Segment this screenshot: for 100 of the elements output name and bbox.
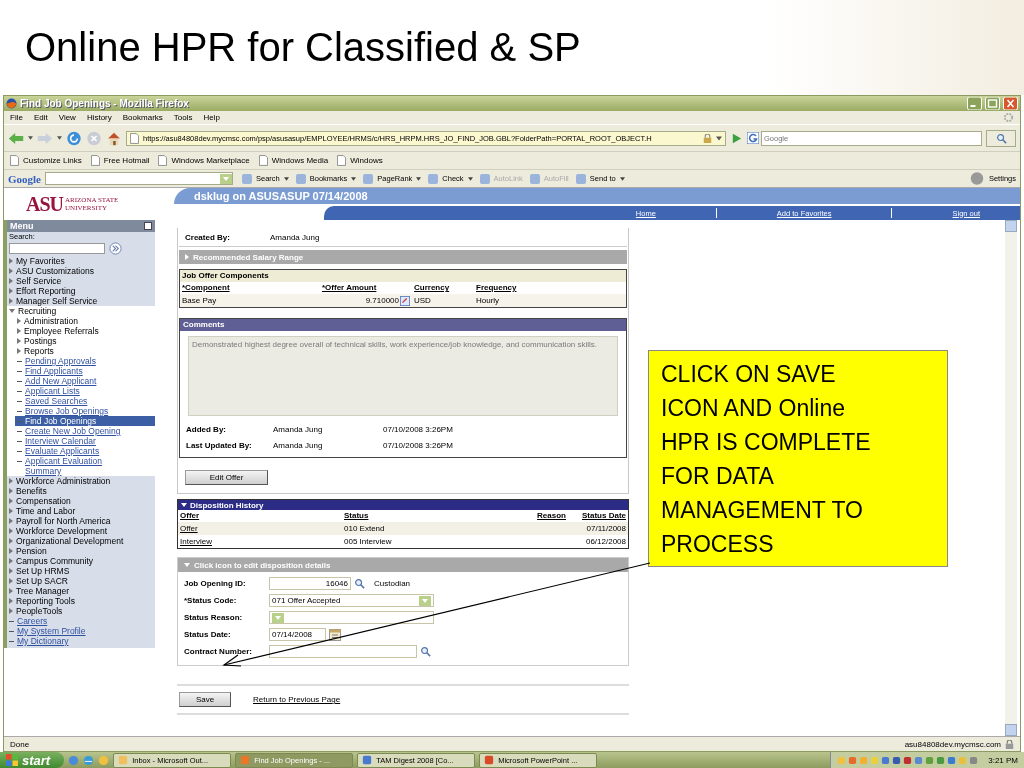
collapsed-arrow-icon[interactable]: [9, 538, 13, 544]
date-field[interactable]: 07/14/2008: [269, 628, 326, 641]
menu-item[interactable]: Help: [203, 113, 220, 122]
menu-search-field[interactable]: [9, 243, 105, 254]
menu-folder[interactable]: Self Service: [16, 276, 62, 286]
minimize-icon[interactable]: [967, 97, 982, 110]
caret-icon[interactable]: [57, 136, 62, 140]
collapsed-arrow-icon[interactable]: [9, 568, 13, 574]
menu-folder[interactable]: Set Up SACR: [16, 576, 68, 586]
collapsed-arrow-icon[interactable]: [9, 258, 13, 264]
caret-icon[interactable]: [467, 176, 473, 181]
menu-folder[interactable]: Workforce Administration: [16, 476, 111, 486]
menu-link[interactable]: Applicant Lists: [25, 386, 80, 396]
dropdown-field[interactable]: [269, 611, 434, 624]
menu-folder[interactable]: Postings: [24, 336, 57, 346]
dropdown-arrow-icon[interactable]: [419, 595, 431, 606]
caret-icon[interactable]: [416, 176, 422, 181]
collapsed-arrow-icon[interactable]: [9, 498, 13, 504]
go-icon[interactable]: [730, 131, 743, 145]
menu-item[interactable]: Bookmarks: [122, 113, 163, 122]
edit-offer-button[interactable]: Edit Offer: [185, 470, 268, 485]
collapsed-arrow-icon[interactable]: [9, 518, 13, 524]
bookmark-link[interactable]: Windows: [350, 156, 383, 165]
menu-folder[interactable]: Reporting Tools: [16, 596, 75, 606]
collapsed-arrow-icon[interactable]: [17, 318, 21, 324]
menu-folder[interactable]: My Favorites: [16, 256, 65, 266]
reload-icon[interactable]: [66, 130, 82, 146]
calculator-icon[interactable]: [400, 295, 410, 306]
g-icon[interactable]: [747, 132, 759, 144]
column-header[interactable]: Reason: [504, 510, 568, 522]
column-header[interactable]: Currency: [412, 282, 474, 294]
menu-folder[interactable]: Reports: [24, 346, 54, 356]
menu-folder[interactable]: PeopleTools: [16, 606, 63, 616]
collapsed-arrow-icon[interactable]: [9, 548, 13, 554]
collapsed-arrow-icon[interactable]: [9, 588, 13, 594]
menu-folder[interactable]: Payroll for North America: [16, 516, 111, 526]
caret-icon[interactable]: [351, 176, 357, 181]
grid-title-bar[interactable]: Disposition History: [178, 500, 628, 510]
caret-icon[interactable]: [716, 135, 722, 141]
caret-icon[interactable]: [28, 136, 33, 140]
maximize-icon[interactable]: [985, 97, 1000, 110]
lookup-field[interactable]: [269, 645, 417, 658]
menu-folder[interactable]: ASU Customizations: [16, 266, 94, 276]
menu-folder[interactable]: Pension: [16, 546, 47, 556]
collapsed-arrow-icon[interactable]: [17, 348, 21, 354]
collapsed-arrow-icon[interactable]: [9, 488, 13, 494]
column-header[interactable]: Status: [342, 510, 504, 522]
menu-link[interactable]: Careers: [17, 616, 48, 626]
menu-item[interactable]: Edit: [33, 113, 48, 122]
collapsed-arrow-icon[interactable]: [9, 578, 13, 584]
menu-link[interactable]: Find Applicants: [25, 366, 83, 376]
dropdown-arrow-icon[interactable]: [272, 612, 284, 623]
menu-link[interactable]: Applicant Evaluation Summary: [25, 456, 125, 476]
quick-launch-icon[interactable]: [83, 754, 95, 766]
bookmark-link[interactable]: Windows Media: [271, 156, 329, 165]
lookup-field[interactable]: 16046: [269, 577, 351, 590]
menu-link[interactable]: Pending Approvals: [25, 356, 96, 366]
table-link[interactable]: Interview: [180, 537, 212, 546]
caret-icon[interactable]: [619, 176, 625, 181]
menu-link[interactable]: Saved Searches: [25, 396, 88, 406]
search-icon[interactable]: [420, 646, 431, 657]
go-icon[interactable]: [109, 242, 122, 255]
save-button[interactable]: Save: [179, 692, 231, 707]
menu-folder[interactable]: Set Up HRMS: [16, 566, 70, 576]
table-link[interactable]: Offer: [180, 524, 198, 533]
menu-folder[interactable]: Campus Community: [16, 556, 93, 566]
menu-link[interactable]: My Dictionary: [17, 636, 69, 646]
menu-folder[interactable]: Manager Self Service: [16, 296, 98, 306]
collapsed-arrow-icon[interactable]: [9, 598, 13, 604]
collapsed-arrow-icon[interactable]: [9, 268, 13, 274]
column-header[interactable]: Offer: [178, 510, 342, 522]
column-header[interactable]: *Component: [180, 282, 320, 294]
menu-folder[interactable]: Employee Referrals: [24, 326, 99, 336]
collapsed-arrow-icon[interactable]: [9, 558, 13, 564]
menu-item[interactable]: Tools: [173, 113, 193, 122]
toolbar-search-field[interactable]: [45, 172, 233, 185]
menu-folder[interactable]: Tree Manager: [16, 586, 70, 596]
menu-link[interactable]: Add New Applicant: [25, 376, 97, 386]
menu-folder[interactable]: Organizational Development: [16, 536, 124, 546]
menu-folder[interactable]: Benefits: [16, 486, 47, 496]
bookmark-link[interactable]: Customize Links: [23, 156, 82, 165]
comment-text-area[interactable]: Demonstrated highest degree overall of technical skills, work experience/job knowledge, and communication skills.: [188, 336, 618, 416]
caret-icon[interactable]: [283, 176, 289, 181]
collapsed-arrow-icon[interactable]: [9, 278, 13, 284]
close-icon[interactable]: [1003, 97, 1018, 110]
quick-launch-icon[interactable]: [68, 754, 80, 766]
menu-item[interactable]: History: [86, 113, 112, 122]
collapsed-arrow-icon[interactable]: [9, 608, 13, 614]
return-link[interactable]: Return to Previous Page: [253, 695, 341, 704]
menu-folder[interactable]: Effort Reporting: [16, 286, 76, 296]
menu-folder[interactable]: Workforce Development: [16, 526, 108, 536]
collapsed-arrow-icon[interactable]: [9, 288, 13, 294]
menu-link[interactable]: Interview Calendar: [25, 436, 96, 446]
collapsed-arrow-icon[interactable]: [9, 508, 13, 514]
menu-link[interactable]: Browse Job Openings: [25, 406, 109, 416]
search-icon[interactable]: [354, 578, 365, 589]
menu-item[interactable]: File: [10, 113, 23, 122]
menu-link[interactable]: Evaluate Applicants: [25, 446, 100, 456]
menu-folder[interactable]: Administration: [24, 316, 78, 326]
home-icon[interactable]: [106, 130, 122, 146]
